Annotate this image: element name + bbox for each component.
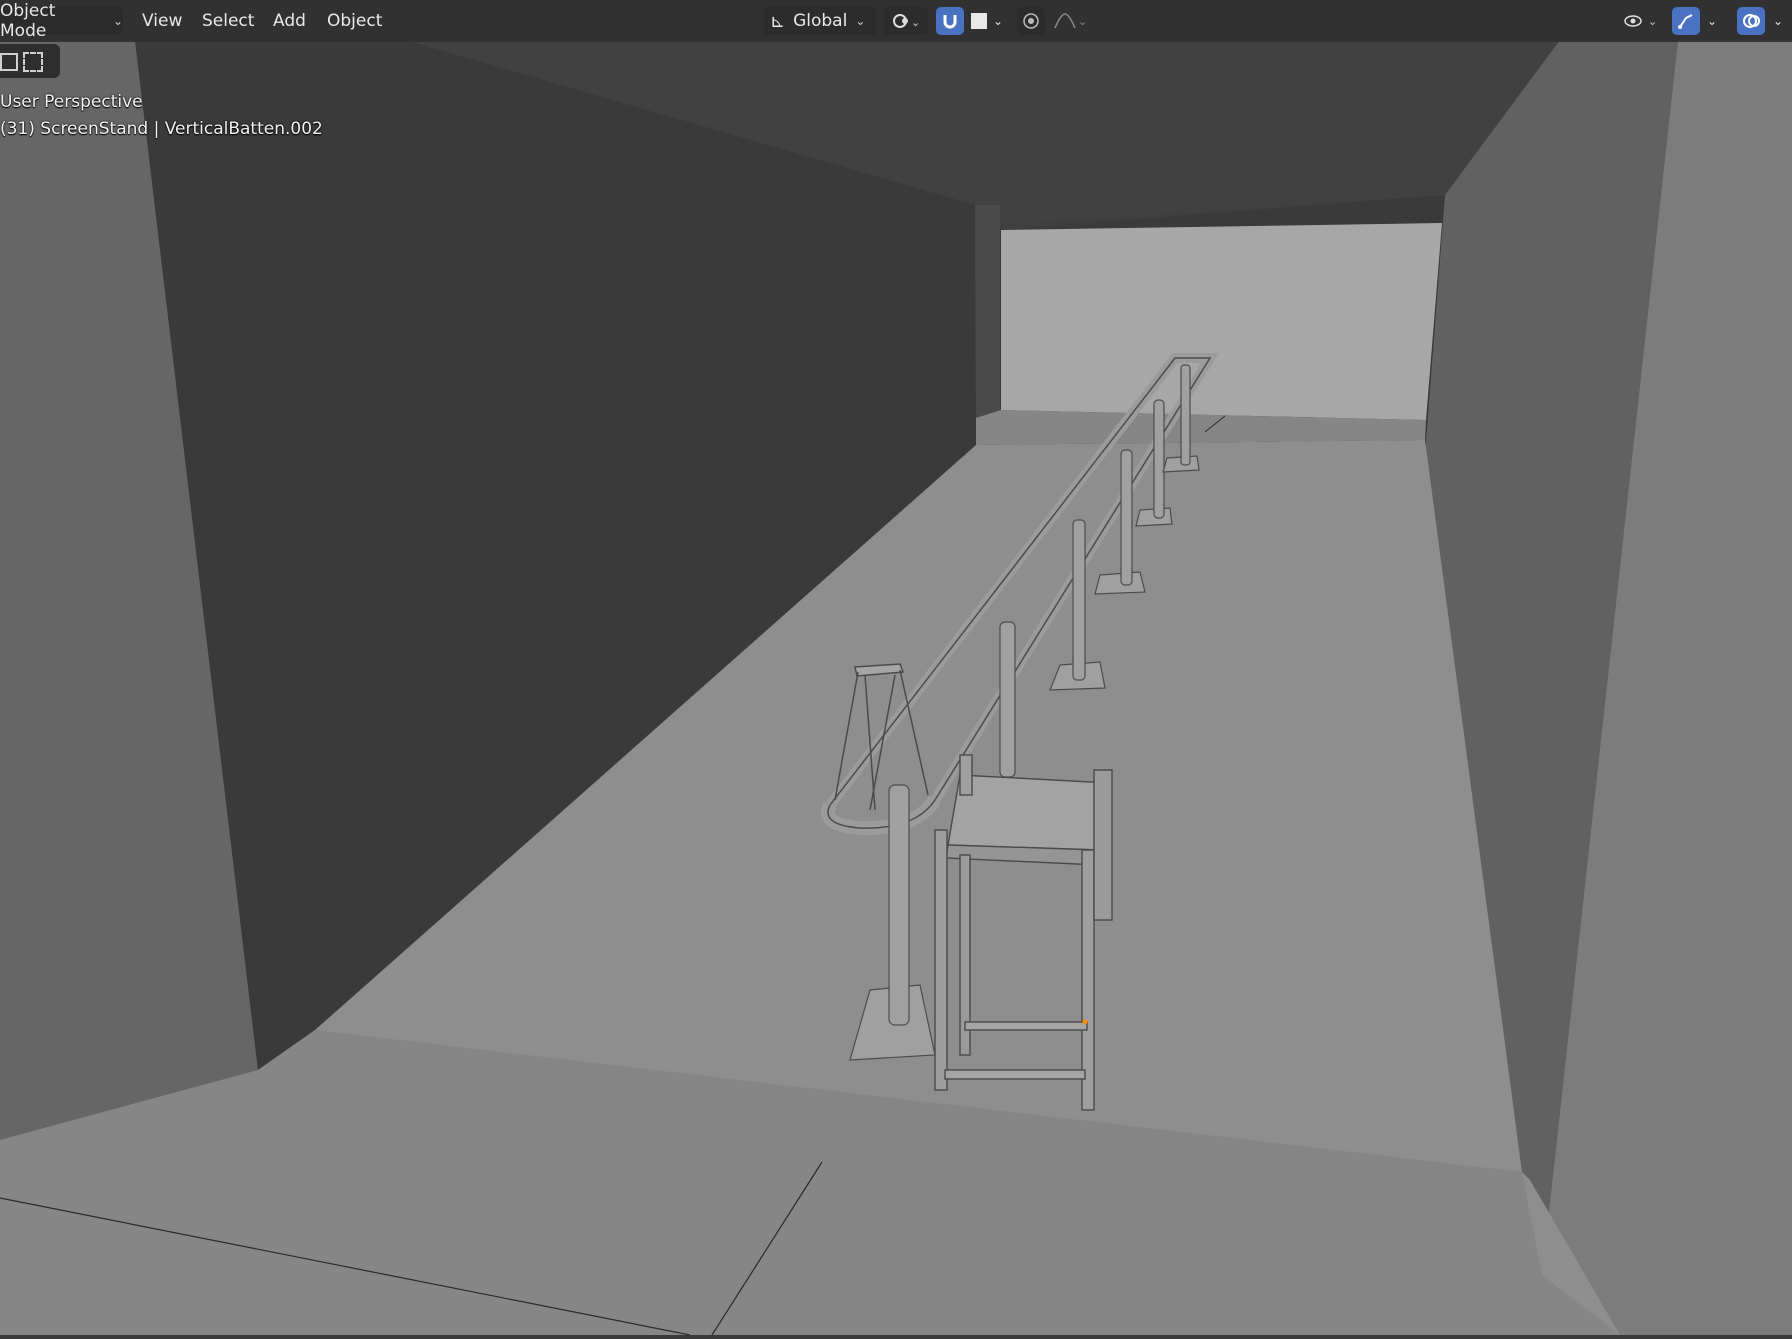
select-box-icon[interactable] xyxy=(0,53,18,71)
orientation-label: Global xyxy=(793,11,848,31)
select-tool-strip[interactable] xyxy=(0,44,60,78)
menu-select[interactable]: Select xyxy=(193,7,263,35)
menu-add[interactable]: Add xyxy=(264,7,315,35)
back-wall xyxy=(1001,223,1442,420)
chevron-down-icon: ⌄ xyxy=(112,14,123,28)
perspective-label: User Perspective xyxy=(0,92,143,112)
mode-dropdown[interactable]: Object Mode ⌄ xyxy=(0,1,123,41)
gizmo-icon[interactable] xyxy=(1672,7,1700,35)
object-info-label: (31) ScreenStand | VerticalBatten.002 xyxy=(0,119,323,139)
snap-icon[interactable] xyxy=(936,7,964,35)
chevron-down-icon: ⌄ xyxy=(855,14,866,28)
transform-orientation-dropdown[interactable]: ⊾ Global ⌄ xyxy=(764,7,876,35)
visibility-eye-icon[interactable]: ⌄ xyxy=(1620,7,1662,35)
shading-square-icon[interactable]: ⌄ xyxy=(966,7,1008,35)
select-box-dashed-icon[interactable] xyxy=(23,52,43,72)
viewport-header: Object Mode ⌄ View Select Add Object ⊾ G… xyxy=(0,0,1792,42)
proportional-editing-icon[interactable] xyxy=(1017,7,1045,35)
menu-object[interactable]: Object xyxy=(318,7,391,35)
svg-text:⌄: ⌄ xyxy=(1078,15,1087,28)
svg-text:⌄: ⌄ xyxy=(1648,15,1657,28)
far-wall xyxy=(975,205,1000,445)
menu-view[interactable]: View xyxy=(133,7,191,35)
orientation-axes-icon: ⊾ xyxy=(770,10,786,32)
overlay-icon[interactable] xyxy=(1737,7,1765,35)
origin-point xyxy=(1082,1019,1088,1025)
transform-pivot-icon[interactable]: ⌄ xyxy=(884,7,928,35)
svg-text:⌄: ⌄ xyxy=(911,16,920,29)
falloff-curve-icon[interactable]: ⌄ xyxy=(1050,7,1092,35)
3d-viewport[interactable]: User Perspective (31) ScreenStand | Vert… xyxy=(0,0,1792,1336)
chevron-down-icon[interactable]: ⌄ xyxy=(1702,7,1722,35)
scene-render[interactable] xyxy=(0,0,1792,1336)
chevron-down-icon[interactable]: ⌄ xyxy=(1768,7,1788,35)
mode-label: Object Mode xyxy=(0,1,56,41)
